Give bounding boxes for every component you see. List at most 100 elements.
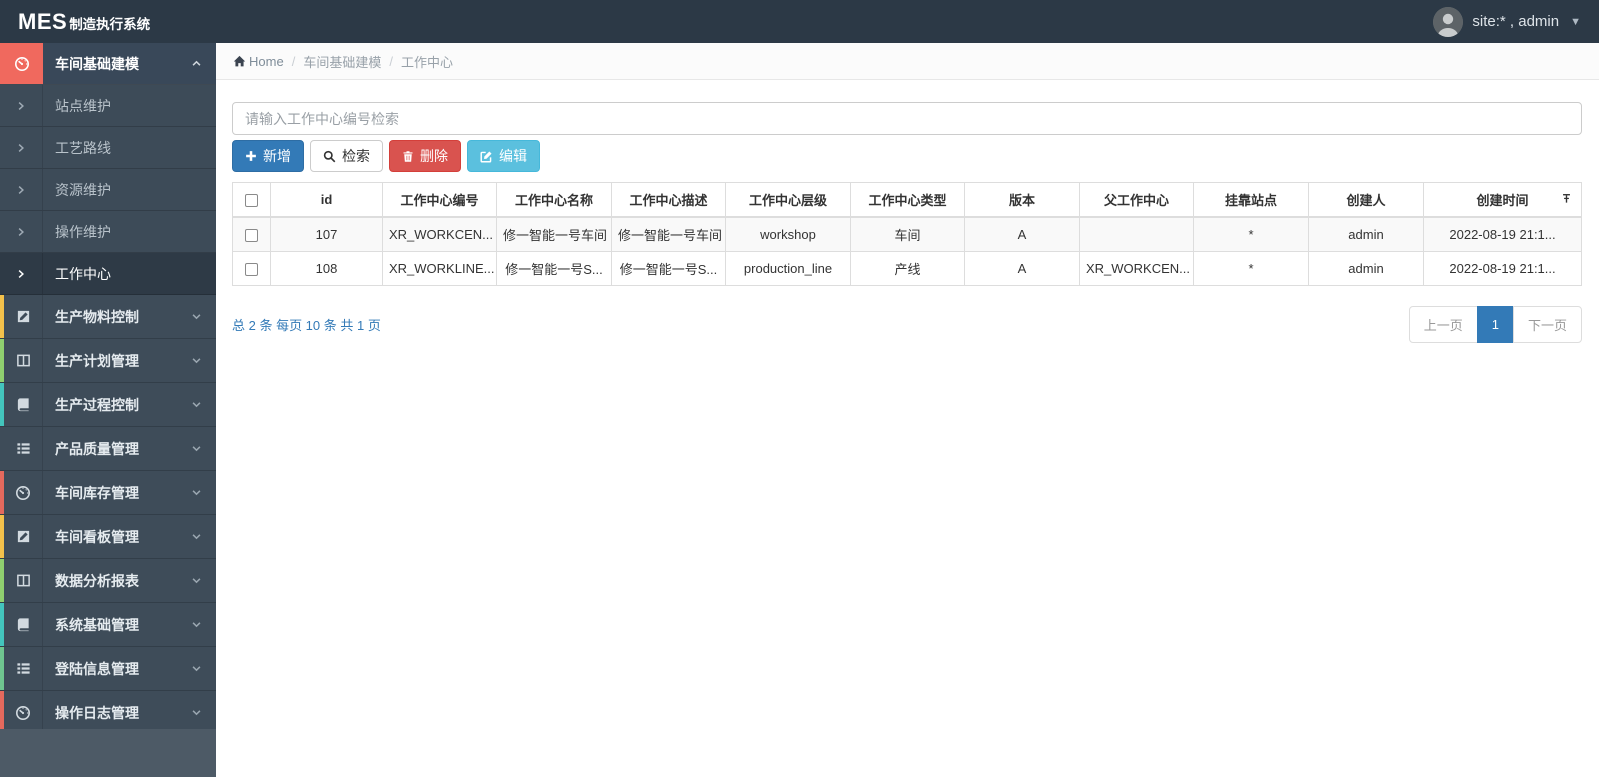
table-cell: 修一智能一号S... — [496, 251, 612, 286]
app-logo[interactable]: MES 制造执行系统 — [18, 9, 150, 35]
columns-icon — [4, 339, 43, 382]
chevron-down-icon — [191, 603, 216, 646]
sidebar-item[interactable]: 系统基础管理 — [0, 603, 216, 647]
breadcrumb-home[interactable]: Home — [233, 54, 284, 69]
chevron-down-icon — [191, 471, 216, 514]
edit-button[interactable]: 编辑 — [467, 140, 540, 172]
sidebar-item[interactable]: 生产过程控制 — [0, 383, 216, 427]
sidebar-subitem-label: 工艺路线 — [55, 139, 111, 156]
avatar[interactable] — [1433, 6, 1464, 37]
chevron-right-icon — [0, 127, 43, 168]
next-page-button[interactable]: 下一页 — [1512, 306, 1582, 343]
user-label: site:* , admin — [1472, 13, 1560, 30]
workcenter-table: id 工作中心编号 工作中心名称 工作中心描述 工作中心层级 工作中心类型 版本 父工作中心挂… — [232, 182, 1582, 286]
row-checkbox[interactable] — [245, 229, 258, 243]
trash-icon — [403, 150, 413, 162]
brand-mes: MES — [18, 8, 68, 34]
toolbar: 新增 检索 删除 编辑 — [232, 140, 1582, 172]
sidebar-item[interactable]: 生产计划管理 — [0, 339, 216, 383]
table-cell: admin — [1308, 216, 1424, 252]
breadcrumb-item-page: 工作中心 — [400, 54, 453, 70]
plus-icon — [246, 151, 256, 161]
breadcrumb-item-module[interactable]: 车间基础建模 — [303, 52, 381, 71]
sidebar-subitem[interactable]: 操作维护 — [0, 211, 216, 253]
sidebar-item-label: 生产物料控制 — [55, 308, 139, 325]
dashboard-icon — [4, 691, 43, 729]
edit-icon — [480, 150, 492, 163]
sidebar: 车间基础建模 站点维护工艺路线资源维护操作维护工作中心 生产物料控制 生产计划管理… — [0, 43, 216, 777]
table-cell: A — [964, 251, 1080, 286]
sidebar-item[interactable]: 操作日志管理 — [0, 691, 216, 729]
sidebar-group-label: 车间基础建模 — [55, 55, 139, 72]
chevron-right-icon — [0, 211, 43, 252]
sidebar-item[interactable]: 登陆信息管理 — [0, 647, 216, 691]
table-cell: 107 — [270, 216, 383, 252]
breadcrumb-separator: / — [389, 53, 393, 69]
search-input[interactable] — [232, 102, 1582, 135]
column-header: 创建人 — [1308, 182, 1424, 218]
chevron-down-icon — [191, 383, 216, 426]
pagination-bar: 总 2 条 每页 10 条 共 1 页 上一页 1 下一页 — [232, 306, 1582, 343]
pencil-square-icon — [4, 295, 43, 338]
sidebar-item[interactable]: 车间看板管理 — [0, 515, 216, 559]
select-all-checkbox[interactable] — [245, 194, 258, 208]
user-menu[interactable]: site:* , admin ▼ — [1433, 6, 1581, 37]
breadcrumb-separator: / — [291, 53, 296, 69]
chevron-right-icon — [0, 253, 43, 294]
sidebar-item[interactable]: 生产物料控制 — [0, 295, 216, 339]
sidebar-subitem[interactable]: 工艺路线 — [0, 127, 216, 169]
column-header: 工作中心编号 — [382, 182, 497, 218]
chevron-down-icon — [191, 339, 216, 382]
main-area: Home / 车间基础建模 / 工作中心 新增 检索 — [216, 43, 1599, 777]
person-icon — [1433, 6, 1464, 37]
pencil-square-icon — [4, 515, 43, 558]
sidebar-subitem[interactable]: 资源维护 — [0, 169, 216, 211]
breadcrumb: Home / 车间基础建模 / 工作中心 — [216, 43, 1599, 80]
table-cell: XR_WORKLINE... — [382, 251, 497, 286]
sidebar-menu: 车间基础建模 站点维护工艺路线资源维护操作维护工作中心 生产物料控制 生产计划管理… — [0, 43, 216, 729]
sidebar-subitem[interactable]: 工作中心 — [0, 253, 216, 295]
table-header-row: id 工作中心编号 工作中心名称 工作中心描述 工作中心层级 工作中心类型 版本 父工作中心挂… — [232, 182, 1582, 218]
book-icon — [4, 383, 43, 426]
chevron-right-icon — [0, 85, 43, 126]
prev-page-button[interactable]: 上一页 — [1408, 306, 1478, 343]
table-cell: admin — [1308, 251, 1424, 286]
delete-button[interactable]: 删除 — [389, 140, 461, 172]
table-row: 108 XR_WORKLINE... 修一智能一号S... 修一智能一号S... pro… — [232, 251, 1582, 286]
table-row: 107 XR_WORKCEN... 修一智能一号车间 修一智能一号车间 workshop… — [232, 216, 1582, 252]
column-header: 父工作中心 — [1079, 182, 1194, 218]
table-cell: 修一智能一号车间 — [496, 216, 612, 252]
sidebar-item-label: 操作日志管理 — [55, 704, 139, 721]
sidebar-item[interactable]: 车间库存管理 — [0, 471, 216, 515]
column-header: 工作中心名称 — [496, 182, 612, 218]
chevron-down-icon — [191, 691, 216, 729]
dashboard-icon — [4, 471, 43, 514]
row-checkbox[interactable] — [245, 263, 258, 277]
table-cell — [1079, 216, 1194, 252]
add-button[interactable]: 新增 — [232, 140, 304, 172]
column-header: 工作中心类型 — [850, 182, 965, 218]
sidebar-item-label: 生产计划管理 — [55, 352, 139, 369]
sidebar-subitem[interactable]: 站点维护 — [0, 85, 216, 127]
header-checkbox-cell — [232, 182, 271, 218]
sidebar-item-label: 车间看板管理 — [55, 528, 139, 545]
pager: 上一页 1 下一页 — [1408, 306, 1582, 343]
table-cell: 108 — [270, 251, 383, 286]
pin-icon[interactable] — [1561, 192, 1572, 207]
search-icon — [323, 150, 336, 162]
sidebar-item-label: 登陆信息管理 — [55, 660, 139, 677]
sidebar-subitem-label: 操作维护 — [55, 223, 111, 240]
chevron-down-icon — [191, 515, 216, 558]
sidebar-group-workshop-modeling[interactable]: 车间基础建模 — [0, 43, 216, 85]
sidebar-item[interactable]: 数据分析报表 — [0, 559, 216, 603]
page-1-button[interactable]: 1 — [1476, 306, 1514, 343]
row-checkbox-cell — [232, 216, 271, 252]
table-cell: production_line — [725, 251, 851, 286]
table-cell: 修一智能一号S... — [611, 251, 726, 286]
search-button[interactable]: 检索 — [310, 140, 383, 172]
sidebar-item-label: 数据分析报表 — [55, 572, 139, 589]
sidebar-item-label: 系统基础管理 — [55, 616, 139, 633]
column-header: 挂靠站点 — [1193, 182, 1309, 218]
sidebar-item[interactable]: 产品质量管理 — [0, 427, 216, 471]
columns-icon — [4, 559, 43, 602]
